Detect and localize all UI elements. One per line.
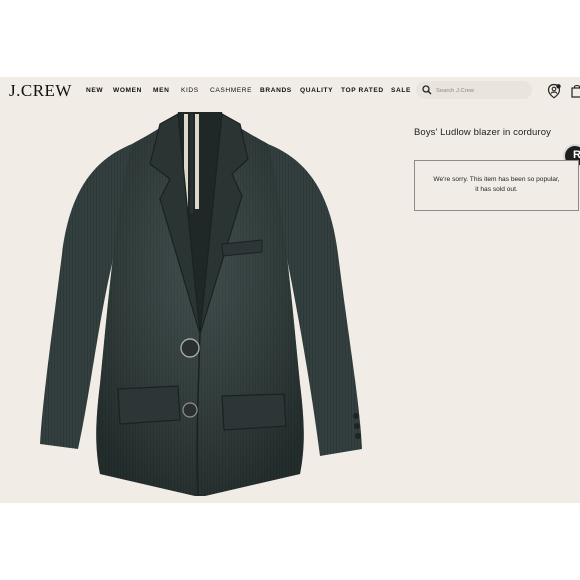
nav-item-cashmere[interactable]: CASHMERE (210, 87, 252, 94)
user-icon[interactable] (546, 83, 562, 99)
site-header: J.CREW NEW WOMEN MEN KIDS CASHMERE BRAND… (0, 77, 580, 105)
nav-item-top-rated[interactable]: TOP RATED (341, 87, 384, 94)
nav-item-new[interactable]: NEW (86, 87, 103, 94)
shopping-bag-icon[interactable] (571, 84, 580, 98)
sold-out-notice: We're sorry. This item has been so popul… (414, 160, 579, 211)
button-upper (180, 338, 200, 358)
page-frame: J.CREW NEW WOMEN MEN KIDS CASHMERE BRAND… (0, 77, 580, 503)
product-image (40, 112, 362, 497)
sold-out-line-1: We're sorry. This item has been so popul… (433, 176, 560, 183)
nav-item-men[interactable]: MEN (153, 87, 169, 94)
jcrew-logo[interactable]: J.CREW (9, 81, 72, 101)
nav-item-sale[interactable]: SALE (391, 87, 411, 94)
sold-out-line-2: it has sold out. (475, 186, 518, 193)
button-lower (182, 402, 198, 418)
nav-item-women[interactable]: WOMEN (113, 87, 142, 94)
nav-item-quality[interactable]: QUALITY (300, 87, 333, 94)
nav-item-kids[interactable]: KIDS (181, 87, 199, 94)
search-bar[interactable] (416, 81, 532, 99)
nav-item-brands[interactable]: BRANDS (260, 87, 292, 94)
product-title: Boys' Ludlow blazer in corduroy (414, 127, 551, 138)
search-input[interactable] (434, 83, 530, 99)
search-icon[interactable] (422, 85, 432, 95)
